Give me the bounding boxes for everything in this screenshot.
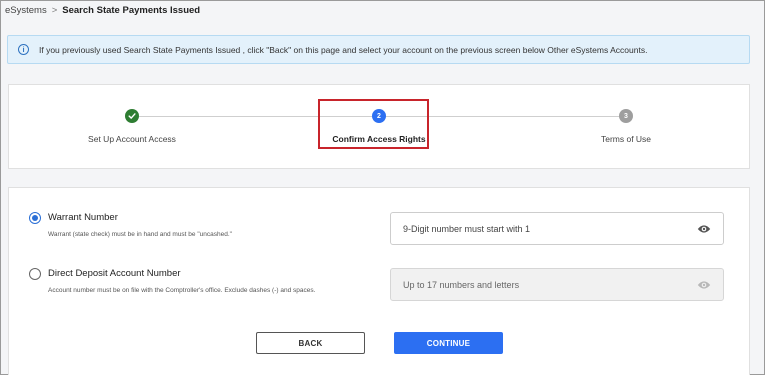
info-banner: i If you previously used Search State Pa… — [7, 35, 750, 64]
eye-icon-disabled — [697, 280, 711, 289]
breadcrumb: eSystems > Search State Payments Issued — [5, 5, 200, 16]
step-3-number: 3 — [619, 109, 633, 123]
step-1-check-icon — [125, 109, 139, 123]
breadcrumb-current: Search State Payments Issued — [62, 5, 201, 16]
warrant-number-description: Warrant (state check) must be in hand an… — [48, 231, 232, 238]
direct-deposit-input[interactable]: Up to 17 numbers and letters — [390, 268, 724, 301]
breadcrumb-root-link[interactable]: eSystems — [5, 5, 47, 16]
direct-deposit-option[interactable]: Direct Deposit Account Number Account nu… — [29, 268, 315, 294]
current-step-highlight — [318, 99, 429, 149]
continue-button[interactable]: CONTINUE — [394, 332, 503, 354]
warrant-number-input[interactable]: 9-Digit number must start with 1 — [390, 212, 724, 245]
direct-deposit-radio[interactable] — [29, 268, 41, 280]
step-3-label: Terms of Use — [600, 134, 652, 144]
warrant-number-title: Warrant Number — [48, 212, 118, 223]
warrant-number-radio[interactable] — [29, 212, 41, 224]
eye-icon[interactable] — [697, 224, 711, 234]
direct-deposit-description: Account number must be on file with the … — [48, 287, 316, 294]
breadcrumb-separator: > — [51, 5, 58, 16]
warrant-number-placeholder: 9-Digit number must start with 1 — [403, 223, 531, 234]
step-1-label: Set Up Account Access — [88, 134, 176, 144]
direct-deposit-placeholder: Up to 17 numbers and letters — [403, 279, 520, 290]
warrant-number-option[interactable]: Warrant Number Warrant (state check) mus… — [29, 212, 232, 238]
direct-deposit-title: Direct Deposit Account Number — [48, 268, 181, 279]
access-form: Warrant Number Warrant (state check) mus… — [8, 187, 750, 375]
back-button[interactable]: BACK — [256, 332, 365, 354]
info-icon: i — [18, 44, 29, 55]
info-banner-text: If you previously used Search State Paym… — [39, 44, 648, 55]
